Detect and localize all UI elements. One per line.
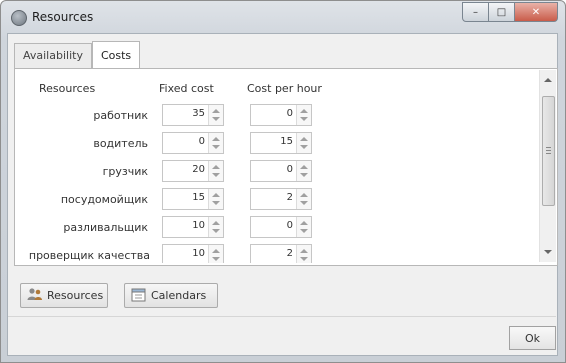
- minimize-button[interactable]: –: [462, 2, 489, 22]
- cost-per-hour-value: 0: [286, 164, 293, 175]
- fixed-cost-value: 0: [198, 136, 205, 147]
- increment-icon[interactable]: [300, 249, 308, 253]
- header-resources: Resources: [39, 82, 96, 95]
- increment-icon[interactable]: [300, 109, 308, 113]
- decrement-icon[interactable]: [300, 257, 308, 261]
- resource-name: разливальщик: [63, 221, 148, 234]
- resource-name: проверщик качества: [28, 249, 150, 262]
- dialog-footer: [8, 316, 556, 355]
- cost-per-hour-stepper[interactable]: 0: [250, 160, 312, 182]
- increment-icon[interactable]: [212, 249, 220, 253]
- users-icon: [27, 287, 43, 304]
- scrollbar-thumb[interactable]: [542, 96, 555, 206]
- fixed-cost-value: 15: [192, 192, 205, 203]
- fixed-cost-stepper[interactable]: 35: [162, 104, 224, 126]
- increment-icon[interactable]: [212, 165, 220, 169]
- header-fixed-cost: Fixed cost: [159, 82, 214, 95]
- title-bar[interactable]: Resources – □ ✕: [1, 1, 565, 35]
- decrement-icon[interactable]: [212, 257, 220, 261]
- cost-per-hour-value: 2: [286, 248, 293, 259]
- grip-icon: [546, 147, 551, 154]
- costs-panel: Resources Fixed cost Cost per hour работ…: [14, 68, 558, 266]
- resource-name: грузчик: [102, 165, 148, 178]
- cost-per-hour-stepper[interactable]: 15: [250, 132, 312, 154]
- close-button[interactable]: ✕: [515, 2, 558, 22]
- cost-per-hour-value: 2: [286, 192, 293, 203]
- close-icon: ✕: [531, 6, 541, 18]
- decrement-icon[interactable]: [300, 229, 308, 233]
- decrement-icon[interactable]: [300, 145, 308, 149]
- fixed-cost-value: 35: [192, 108, 205, 119]
- tab-availability[interactable]: Availability: [14, 43, 92, 68]
- decrement-icon[interactable]: [300, 201, 308, 205]
- stepper-arrows[interactable]: [208, 105, 223, 125]
- cost-per-hour-stepper[interactable]: 0: [250, 216, 312, 238]
- stepper-arrows[interactable]: [296, 105, 311, 125]
- fixed-cost-value: 20: [192, 164, 205, 175]
- stepper-arrows[interactable]: [208, 245, 223, 263]
- scroll-up-icon[interactable]: [544, 78, 552, 82]
- decrement-icon[interactable]: [212, 229, 220, 233]
- cost-per-hour-stepper[interactable]: 0: [250, 104, 312, 126]
- increment-icon[interactable]: [212, 221, 220, 225]
- maximize-icon: □: [496, 6, 507, 18]
- stepper-arrows[interactable]: [208, 217, 223, 237]
- cost-per-hour-value: 0: [286, 108, 293, 119]
- stepper-arrows[interactable]: [296, 133, 311, 153]
- calendars-button-label: Calendars: [151, 289, 207, 302]
- increment-icon[interactable]: [300, 137, 308, 141]
- decrement-icon[interactable]: [212, 201, 220, 205]
- maximize-button[interactable]: □: [489, 2, 515, 22]
- fixed-cost-stepper[interactable]: 10: [162, 216, 224, 238]
- fixed-cost-value: 10: [192, 248, 205, 259]
- fixed-cost-stepper[interactable]: 0: [162, 132, 224, 154]
- resource-name: работник: [93, 109, 148, 122]
- window-controls: – □ ✕: [462, 2, 558, 22]
- minimize-icon: –: [473, 6, 478, 18]
- calendars-button[interactable]: Calendars: [124, 283, 218, 308]
- header-cost-per-hour: Cost per hour: [247, 82, 322, 95]
- resource-name: посудомойщик: [60, 193, 148, 206]
- stepper-arrows[interactable]: [208, 133, 223, 153]
- tab-costs[interactable]: Costs: [91, 41, 141, 68]
- cost-per-hour-stepper[interactable]: 2: [250, 244, 312, 263]
- decrement-icon[interactable]: [300, 117, 308, 121]
- ok-button[interactable]: Ok: [509, 326, 556, 350]
- cost-per-hour-stepper[interactable]: 2: [250, 188, 312, 210]
- cost-per-hour-value: 15: [280, 136, 293, 147]
- scroll-down-icon[interactable]: [544, 250, 552, 254]
- stepper-arrows[interactable]: [208, 161, 223, 181]
- increment-icon[interactable]: [212, 109, 220, 113]
- decrement-icon[interactable]: [212, 173, 220, 177]
- stepper-arrows[interactable]: [208, 189, 223, 209]
- increment-icon[interactable]: [212, 193, 220, 197]
- resources-button[interactable]: Resources: [20, 283, 108, 308]
- decrement-icon[interactable]: [212, 145, 220, 149]
- stepper-arrows[interactable]: [296, 161, 311, 181]
- stepper-arrows[interactable]: [296, 189, 311, 209]
- cost-per-hour-value: 0: [286, 220, 293, 231]
- vertical-scrollbar[interactable]: [539, 70, 556, 262]
- fixed-cost-stepper[interactable]: 10: [162, 244, 224, 263]
- increment-icon[interactable]: [300, 165, 308, 169]
- decrement-icon[interactable]: [300, 173, 308, 177]
- tab-strip: Availability Costs: [14, 41, 141, 69]
- window-title: Resources: [32, 10, 94, 24]
- app-icon: [11, 10, 27, 26]
- increment-icon[interactable]: [300, 221, 308, 225]
- resource-name: водитель: [93, 137, 148, 150]
- stepper-arrows[interactable]: [296, 245, 311, 263]
- calendar-icon: [131, 287, 147, 305]
- stepper-arrows[interactable]: [296, 217, 311, 237]
- fixed-cost-stepper[interactable]: 20: [162, 160, 224, 182]
- decrement-icon[interactable]: [212, 117, 220, 121]
- increment-icon[interactable]: [300, 193, 308, 197]
- fixed-cost-value: 10: [192, 220, 205, 231]
- resources-button-label: Resources: [47, 289, 104, 302]
- fixed-cost-stepper[interactable]: 15: [162, 188, 224, 210]
- increment-icon[interactable]: [212, 137, 220, 141]
